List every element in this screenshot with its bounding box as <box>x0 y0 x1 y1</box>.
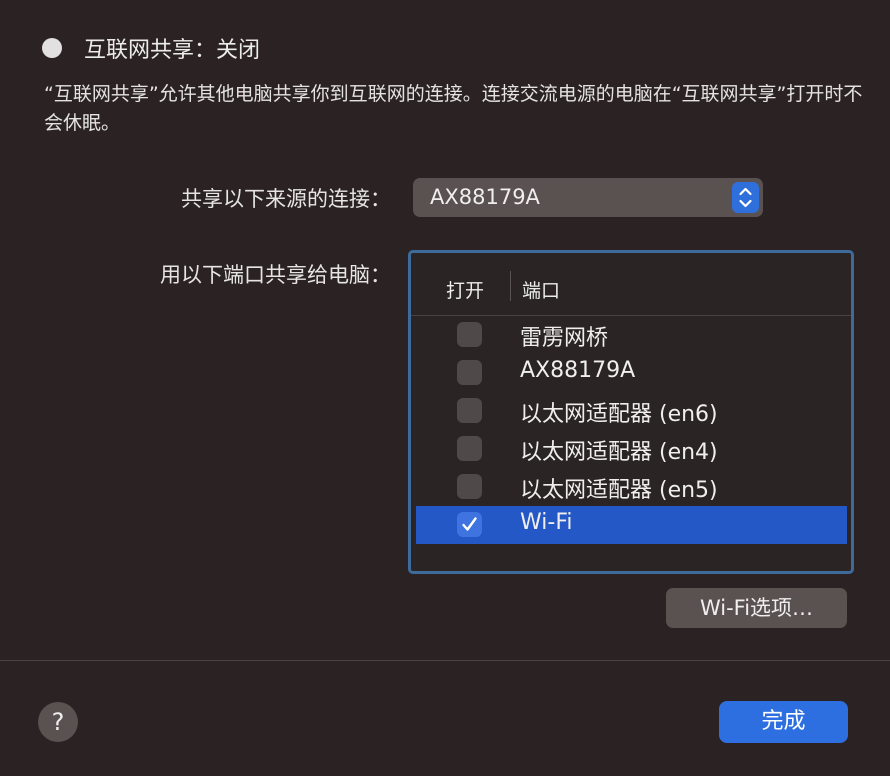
status-indicator-dot <box>42 38 62 58</box>
ports-list: 雷雳网桥 AX88179A 以太网适配器 (en6) 以太网适配器 (en4) 以太网适… <box>416 316 847 544</box>
share-from-value: AX88179A <box>430 185 540 209</box>
column-header-open[interactable]: 打开 <box>446 276 484 303</box>
wifi-options-button[interactable]: Wi-Fi选项… <box>666 588 847 628</box>
done-button[interactable]: 完成 <box>719 701 848 743</box>
help-button[interactable]: ? <box>38 702 78 742</box>
status-text: 互联网共享：关闭 <box>84 38 261 63</box>
description-text: “互联网共享”允许其他电脑共享你到互联网的连接。连接交流电源的电脑在“互联网共享… <box>44 83 863 134</box>
checkmark-icon <box>462 517 477 531</box>
port-name: 以太网适配器 (en4) <box>520 440 718 465</box>
port-checkbox[interactable] <box>457 398 482 423</box>
port-name: AX88179A <box>520 358 636 383</box>
popup-arrows-icon <box>732 182 759 213</box>
footer-divider <box>0 660 890 661</box>
port-checkbox[interactable] <box>457 322 482 347</box>
port-checkbox[interactable] <box>457 360 482 385</box>
table-header: 打开 端口 <box>411 253 851 316</box>
column-separator <box>510 271 511 301</box>
port-name: Wi-Fi <box>520 510 573 535</box>
share-from-popup[interactable]: AX88179A <box>413 178 763 217</box>
share-to-label: 用以下端口共享给电脑： <box>160 263 391 287</box>
port-checkbox[interactable] <box>457 474 482 499</box>
port-checkbox[interactable] <box>457 512 482 537</box>
port-row[interactable]: AX88179A <box>416 354 847 392</box>
port-row[interactable]: 以太网适配器 (en4) <box>416 430 847 468</box>
port-name: 以太网适配器 (en5) <box>520 478 718 503</box>
sharing-status-row: 互联网共享：关闭 <box>42 32 260 64</box>
port-row[interactable]: 以太网适配器 (en5) <box>416 468 847 506</box>
port-checkbox[interactable] <box>457 436 482 461</box>
port-row[interactable]: 雷雳网桥 <box>416 316 847 354</box>
port-row[interactable]: 以太网适配器 (en6) <box>416 392 847 430</box>
port-row[interactable]: Wi-Fi <box>416 506 847 544</box>
ports-table: 打开 端口 雷雳网桥 AX88179A 以太网适配器 (en6) 以太网适配器 (en… <box>408 250 854 574</box>
column-header-port[interactable]: 端口 <box>522 276 560 303</box>
share-from-label: 共享以下来源的连接： <box>181 187 391 211</box>
port-name: 雷雳网桥 <box>520 326 609 351</box>
port-name: 以太网适配器 (en6) <box>520 402 718 427</box>
